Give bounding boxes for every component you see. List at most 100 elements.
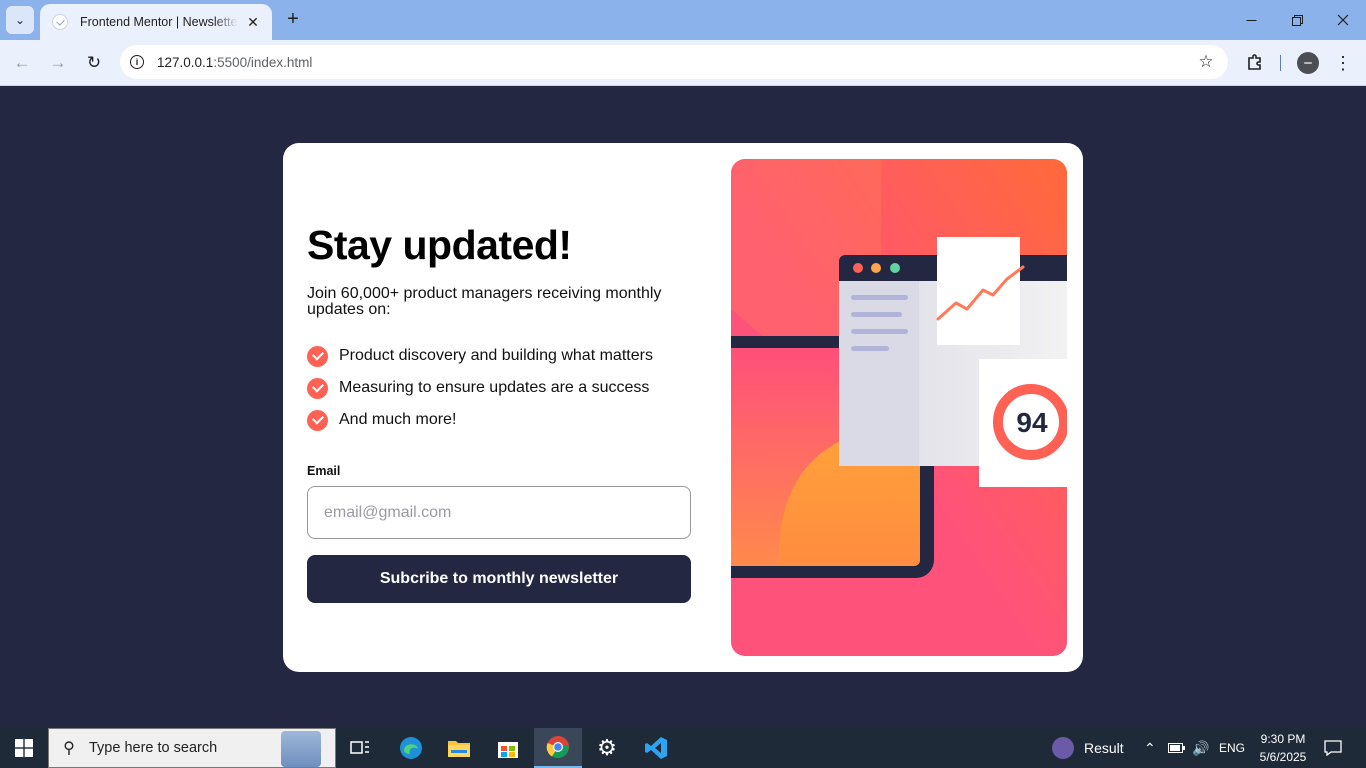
window-dot-orange xyxy=(871,263,881,273)
chevron-down-icon: ⌄ xyxy=(14,13,26,27)
chrome-icon xyxy=(546,736,569,759)
bookmark-button[interactable]: ☆ xyxy=(1192,48,1220,76)
language-indicator[interactable]: ENG xyxy=(1219,728,1245,768)
arrow-right-icon: → xyxy=(49,53,67,72)
search-highlight-image xyxy=(281,731,321,767)
list-item: Product discovery and building what matt… xyxy=(307,340,691,372)
hero-illustration-svg: 94 xyxy=(731,159,1067,656)
taskbar-app-vscode[interactable] xyxy=(632,728,680,768)
window-dot-green xyxy=(890,263,900,273)
reload-icon: ↻ xyxy=(86,53,102,72)
sidebar-line xyxy=(851,312,902,317)
minimize-icon xyxy=(1246,19,1256,21)
page-title: Stay updated! xyxy=(307,222,572,268)
windows-taskbar: ⚲ Type here to search ⚙ Result ⌃ 🔊 ENG 9… xyxy=(0,728,1366,768)
browser-tab-bar: ⌄ Frontend Mentor | Newsletter sign-up f… xyxy=(0,0,1366,40)
url-text[interactable]: 127.0.0.1:5500/index.html xyxy=(157,55,1192,70)
start-button[interactable] xyxy=(0,728,48,768)
taskbar-app-settings[interactable]: ⚙ xyxy=(583,728,631,768)
gear-icon: ⚙ xyxy=(597,735,617,760)
list-item: And much more! xyxy=(307,404,691,436)
info-icon: i xyxy=(130,55,144,69)
window-sidebar xyxy=(839,281,919,466)
show-hidden-icons-button[interactable]: ⌃ xyxy=(1144,728,1156,768)
star-icon: ☆ xyxy=(1198,52,1214,71)
notifications-button[interactable] xyxy=(1324,728,1342,768)
list-item: Measuring to ensure updates are a succes… xyxy=(307,372,691,404)
feature-text: Measuring to ensure updates are a succes… xyxy=(339,379,650,396)
feature-text: Product discovery and building what matt… xyxy=(339,347,653,364)
folder-icon xyxy=(448,741,470,757)
extensions-button[interactable] xyxy=(1242,49,1268,75)
battery-indicator[interactable] xyxy=(1168,728,1186,768)
intro-text: Join 60,000+ product managers receiving … xyxy=(307,285,662,318)
check-icon xyxy=(307,377,328,399)
chevron-up-icon: ⌃ xyxy=(1144,739,1156,756)
sidebar-line xyxy=(851,346,889,351)
windows-logo-icon xyxy=(15,739,33,757)
tab-close-button[interactable]: ✕ xyxy=(244,13,262,31)
newsletter-card: Stay updated! Join 60,000+ product manag… xyxy=(283,143,1083,672)
browser-menu-button[interactable]: ⋮ xyxy=(1332,49,1354,77)
vscode-icon xyxy=(645,737,667,759)
email-label: Email xyxy=(307,464,341,478)
check-icon xyxy=(307,409,328,431)
toolbar-separator xyxy=(1280,55,1281,71)
speaker-icon: 🔊 xyxy=(1192,739,1210,756)
tab-title: Frontend Mentor | Newsletter sign-up for… xyxy=(80,15,238,29)
more-vertical-icon: ⋮ xyxy=(1334,52,1352,73)
taskbar-app-store[interactable] xyxy=(484,728,532,768)
hero-illustration: 94 xyxy=(731,159,1067,656)
profile-avatar[interactable] xyxy=(1297,52,1319,74)
site-info-button[interactable]: i xyxy=(126,51,148,73)
forward-button[interactable]: → xyxy=(44,49,72,77)
weather-widget[interactable]: Result xyxy=(1052,728,1124,768)
score-value: 94 xyxy=(1016,407,1048,438)
window-dot-red xyxy=(853,263,863,273)
taskbar-app-edge[interactable] xyxy=(387,728,435,768)
back-button[interactable]: ← xyxy=(8,49,36,77)
sidebar-line xyxy=(851,295,908,300)
task-view-icon xyxy=(350,741,369,754)
search-icon: ⚲ xyxy=(63,740,75,757)
notification-icon xyxy=(1324,740,1342,756)
subscribe-button[interactable]: Subcribe to monthly newsletter xyxy=(307,555,691,603)
weather-label: Result xyxy=(1084,740,1124,756)
url-host: 127.0.0.1 xyxy=(157,54,214,70)
signup-content: Stay updated! Join 60,000+ product manag… xyxy=(307,225,691,603)
minimize-button[interactable] xyxy=(1228,0,1274,40)
browser-toolbar: ← → ↻ i 127.0.0.1:5500/index.html ☆ ⋮ xyxy=(0,40,1366,86)
clock-date: 5/6/2025 xyxy=(1259,750,1307,764)
volume-indicator[interactable]: 🔊 xyxy=(1192,728,1209,768)
restore-button[interactable] xyxy=(1274,0,1320,40)
taskbar-app-file-explorer[interactable] xyxy=(435,728,483,768)
sidebar-line xyxy=(851,329,908,334)
clock-time: 9:30 PM xyxy=(1260,732,1306,746)
restore-icon xyxy=(1291,14,1303,26)
email-field[interactable] xyxy=(307,486,691,539)
close-window-button[interactable] xyxy=(1320,0,1366,40)
favicon-icon xyxy=(52,14,68,30)
new-tab-button[interactable]: + xyxy=(282,8,304,30)
tab-search-button[interactable]: ⌄ xyxy=(6,6,34,34)
browser-tab[interactable]: Frontend Mentor | Newsletter sign-up for… xyxy=(40,4,272,40)
taskbar-app-chrome[interactable] xyxy=(534,728,582,768)
taskbar-search[interactable]: ⚲ Type here to search xyxy=(48,728,336,768)
feature-text: And much more! xyxy=(339,411,457,428)
reload-button[interactable]: ↻ xyxy=(80,49,108,77)
chart-card xyxy=(937,237,1020,345)
plus-icon: + xyxy=(287,7,299,30)
store-icon xyxy=(498,742,518,758)
url-path: :5500/index.html xyxy=(213,54,313,70)
language-label: ENG xyxy=(1219,741,1246,755)
check-icon xyxy=(307,345,328,367)
search-placeholder: Type here to search xyxy=(89,740,218,756)
close-icon: ✕ xyxy=(247,13,259,30)
address-bar[interactable]: i 127.0.0.1:5500/index.html ☆ xyxy=(120,45,1228,79)
puzzle-icon xyxy=(1248,54,1261,70)
taskbar-clock[interactable]: 9:30 PM 5/6/2025 xyxy=(1252,730,1314,766)
edge-icon xyxy=(400,737,422,759)
task-view-button[interactable] xyxy=(336,728,384,768)
arrow-left-icon: ← xyxy=(13,53,31,72)
weather-icon xyxy=(1052,737,1074,759)
